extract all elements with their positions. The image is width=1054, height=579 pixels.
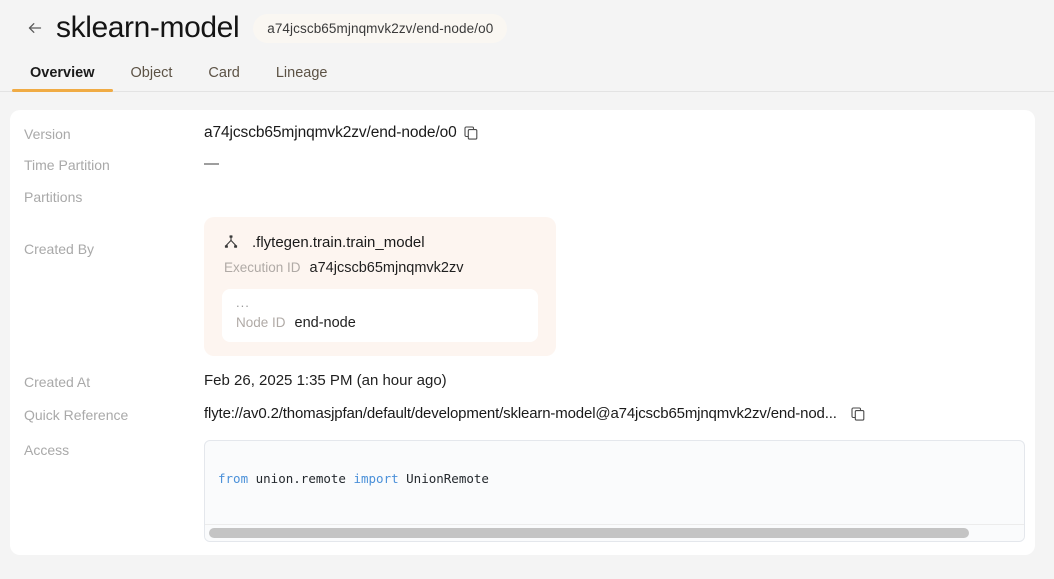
row-value-version: a74jcscb65mjnqmvk2zv/end-node/o0 <box>204 124 1021 142</box>
quick-reference-value: flyte://av0.2/thomasjpfan/default/develo… <box>204 405 837 422</box>
node-id-label: Node ID <box>236 315 286 330</box>
row-time-partition: Time Partition — <box>10 155 1035 187</box>
row-value-created-at: Feb 26, 2025 1:35 PM (an hour ago) <box>204 372 1021 389</box>
row-label-version: Version <box>24 124 204 142</box>
tab-object[interactable]: Object <box>113 65 191 91</box>
row-created-by: Created By .f <box>10 217 1035 356</box>
artifact-detail-page: sklearn-model a74jcscb65mjnqmvk2zv/end-n… <box>0 0 1054 579</box>
access-code-block[interactable]: from union.remote import UnionRemote rem… <box>204 440 1025 542</box>
row-label-quick-reference: Quick Reference <box>24 405 204 423</box>
row-label-time-partition: Time Partition <box>24 155 204 173</box>
code-scrollbar-track[interactable] <box>205 524 1024 541</box>
node-id-row: Node ID end-node <box>236 315 524 331</box>
row-value-created-by: .flytegen.train.train_model Execution ID… <box>204 217 1021 356</box>
code-class: UnionRemote <box>399 471 489 486</box>
row-access: Access from union.remote import UnionRem… <box>10 440 1035 542</box>
code-line-1: from union.remote import UnionRemote <box>218 470 1024 488</box>
row-version: Version a74jcscb65mjnqmvk2zv/end-node/o0 <box>10 124 1035 155</box>
row-partitions: Partitions <box>10 187 1035 217</box>
copy-icon[interactable] <box>851 407 865 421</box>
row-label-partitions: Partitions <box>24 187 204 205</box>
row-quick-reference: Quick Reference flyte://av0.2/thomasjpfa… <box>10 405 1035 440</box>
execution-id-label: Execution ID <box>224 260 301 275</box>
row-value-time-partition: — <box>204 155 1021 172</box>
code-keyword-from: from <box>218 471 248 486</box>
created-by-name: .flytegen.train.train_model <box>252 234 425 251</box>
node-card[interactable]: ... Node ID end-node <box>222 289 538 342</box>
node-ellipsis: ... <box>236 297 524 308</box>
version-value: a74jcscb65mjnqmvk2zv/end-node/o0 <box>204 124 457 142</box>
tab-card[interactable]: Card <box>190 65 257 91</box>
tab-overview[interactable]: Overview <box>12 65 113 91</box>
code-scrollbar-thumb[interactable] <box>209 528 969 538</box>
node-id-value: end-node <box>295 315 356 331</box>
page-title: sklearn-model <box>56 11 239 45</box>
tab-bar: Overview Object Card Lineage <box>0 52 1054 92</box>
row-created-at: Created At Feb 26, 2025 1:35 PM (an hour… <box>10 372 1035 405</box>
row-label-access: Access <box>24 440 204 458</box>
created-by-box[interactable]: .flytegen.train.train_model Execution ID… <box>204 217 556 356</box>
details-rows: Version a74jcscb65mjnqmvk2zv/end-node/o0 <box>10 110 1035 542</box>
code-module: union.remote <box>248 471 353 486</box>
artifact-id-badge: a74jcscb65mjnqmvk2zv/end-node/o0 <box>253 14 507 43</box>
back-button[interactable] <box>22 15 48 41</box>
details-card: Version a74jcscb65mjnqmvk2zv/end-node/o0 <box>10 110 1035 555</box>
execution-id-value: a74jcscb65mjnqmvk2zv <box>310 260 464 276</box>
created-by-title: .flytegen.train.train_model <box>222 233 538 251</box>
row-label-created-at: Created At <box>24 372 204 390</box>
time-partition-value: — <box>204 155 219 172</box>
tab-lineage[interactable]: Lineage <box>258 65 346 91</box>
row-value-access: from union.remote import UnionRemote rem… <box>204 440 1021 542</box>
page-header: sklearn-model a74jcscb65mjnqmvk2zv/end-n… <box>0 0 1054 46</box>
execution-id-row: Execution ID a74jcscb65mjnqmvk2zv <box>224 260 538 276</box>
row-value-quick-reference: flyte://av0.2/thomasjpfan/default/develo… <box>204 405 1021 422</box>
copy-icon[interactable] <box>464 126 478 140</box>
arrow-left-icon <box>24 17 46 39</box>
workflow-node-icon <box>222 233 240 251</box>
row-label-created-by: Created By <box>24 217 204 257</box>
code-keyword-import: import <box>353 471 398 486</box>
